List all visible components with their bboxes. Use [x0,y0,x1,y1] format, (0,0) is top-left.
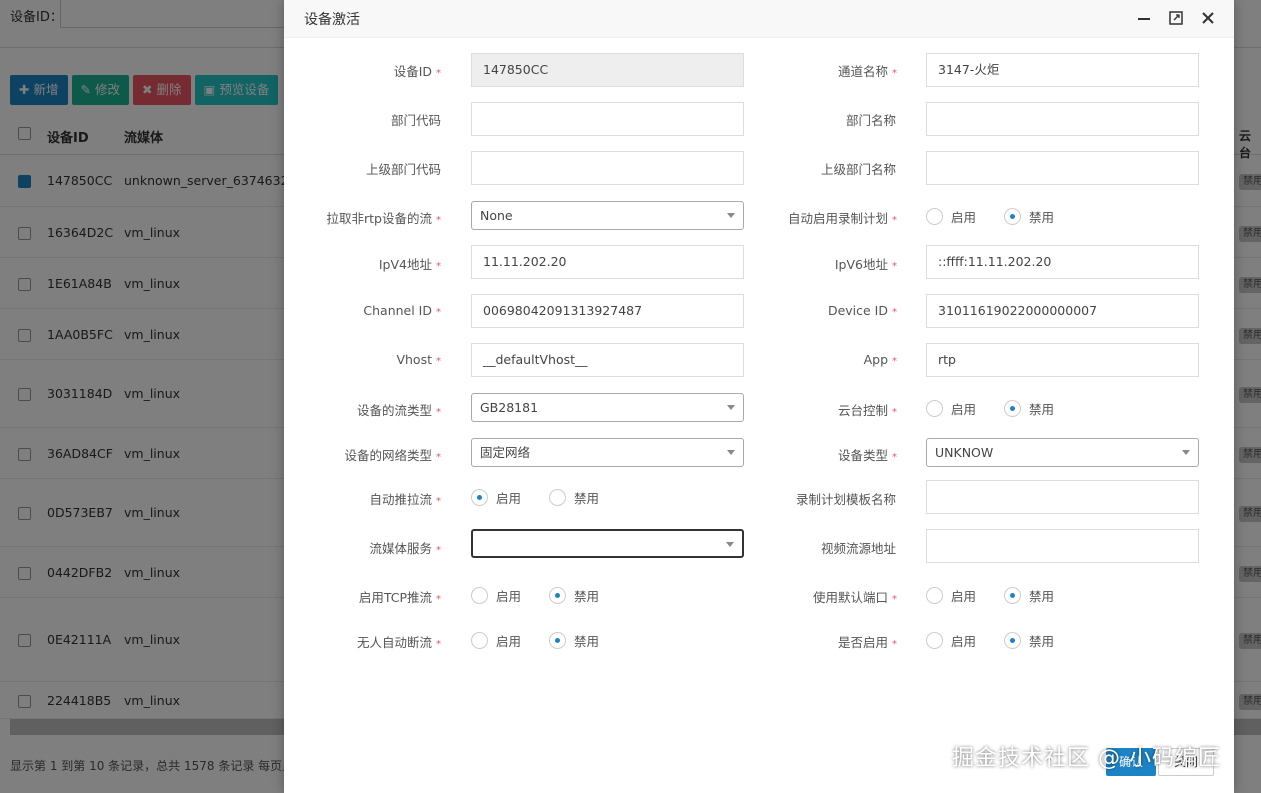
label-auto-record-plan: 自动启用录制计划 * [787,211,897,226]
radio-off[interactable] [549,489,567,506]
close-icon[interactable] [1198,8,1218,28]
label-dept-name: 部门名称 [845,113,896,128]
label-auto-disconnect: 无人自动断流 * [356,635,441,650]
label-app: App * [863,352,897,367]
radio-label: 启用 [496,589,522,604]
label-device-type: 设备类型 * [837,448,897,463]
device-activation-dialog: 设备激活 设备ID * 147850CC 通道名称 * 3147-火炬 部门代码 部… [284,0,1234,793]
dialog-header: 设备激活 [284,0,1234,38]
parent-dept-name-input[interactable] [926,151,1199,185]
radio-on[interactable] [471,587,488,604]
video-source-input[interactable] [926,529,1199,563]
chevron-down-icon [1182,450,1190,455]
label-media-service: 流媒体服务 * [369,541,441,556]
radio-label: 禁用 [1029,402,1055,417]
record-template-input[interactable] [926,480,1199,514]
label-is-enabled: 是否启用 * [837,635,897,650]
radio-off[interactable] [1004,632,1022,649]
radio-on[interactable] [471,489,488,506]
radio-off[interactable] [549,587,567,604]
label-ipv4: IpV4地址 * [378,257,441,272]
label-device-id: 设备ID * [393,64,441,79]
label-record-template: 录制计划模板名称 [795,492,896,507]
radio-on[interactable] [926,587,943,604]
label-dept-code: 部门代码 [390,113,441,128]
radio-off[interactable] [549,632,567,649]
ptz-radio-group: 启用 禁用 [926,399,1082,418]
radio-label: 禁用 [1029,589,1055,604]
radio-off[interactable] [1004,208,1022,225]
radio-label: 禁用 [574,491,600,506]
label-vhost: Vhost * [396,352,441,367]
radio-label: 启用 [951,634,977,649]
label-device-id-en: Device ID * [827,303,897,318]
radio-on[interactable] [926,208,943,225]
label-ptz: 云台控制 * [837,403,897,418]
radio-on[interactable] [926,632,943,649]
radio-label: 启用 [496,634,522,649]
radio-on[interactable] [471,632,488,649]
radio-label: 禁用 [1029,210,1055,225]
watermark-text: 掘金技术社区 @ 小码编匠 [952,746,1221,771]
auto-record-plan-radio-group: 启用 禁用 [926,207,1082,226]
label-channel-name: 通道名称 * [837,64,897,79]
enable-tcp-radio-group: 启用 禁用 [471,586,627,605]
radio-label: 禁用 [574,634,600,649]
label-auto-push-pull: 自动推拉流 * [369,492,441,507]
channel-name-input[interactable]: 3147-火炬 [926,53,1199,87]
label-enable-tcp: 启用TCP推流 * [358,590,441,605]
label-use-default-port: 使用默认端口 * [812,590,897,605]
device-id-en-input[interactable]: 31011619022000000007 [926,294,1199,328]
label-network-type: 设备的网络类型 * [344,448,441,463]
radio-label: 启用 [951,589,977,604]
device-type-select[interactable]: UNKNOW [926,438,1199,467]
minimize-icon[interactable] [1134,8,1154,28]
use-default-port-radio-group: 启用 禁用 [926,586,1082,605]
radio-off[interactable] [1004,400,1022,417]
auto-disconnect-radio-group: 启用 禁用 [471,631,627,650]
radio-label: 启用 [951,402,977,417]
dialog-title: 设备激活 [304,12,360,28]
label-parent-dept-code: 上级部门代码 [365,162,441,177]
is-enabled-radio-group: 启用 禁用 [926,631,1082,650]
dept-name-input[interactable] [926,102,1199,136]
auto-push-pull-radio-group: 启用 禁用 [471,488,627,507]
radio-label: 启用 [951,210,977,225]
ipv6-input[interactable]: ::ffff:11.11.202.20 [926,245,1199,279]
label-video-source: 视频流源地址 [820,541,896,556]
maximize-icon[interactable] [1166,8,1186,28]
radio-label: 启用 [496,491,522,506]
radio-label: 禁用 [1029,634,1055,649]
radio-off[interactable] [1004,587,1022,604]
label-parent-dept-name: 上级部门名称 [820,162,896,177]
app-input[interactable]: rtp [926,343,1199,377]
label-pull-non-rtp: 拉取非rtp设备的流 * [326,211,441,226]
label-ipv6: IpV6地址 * [834,257,897,272]
radio-label: 禁用 [574,589,600,604]
label-channel-id: Channel ID * [363,303,441,318]
label-stream-type: 设备的流类型 * [356,403,441,418]
radio-on[interactable] [926,400,943,417]
